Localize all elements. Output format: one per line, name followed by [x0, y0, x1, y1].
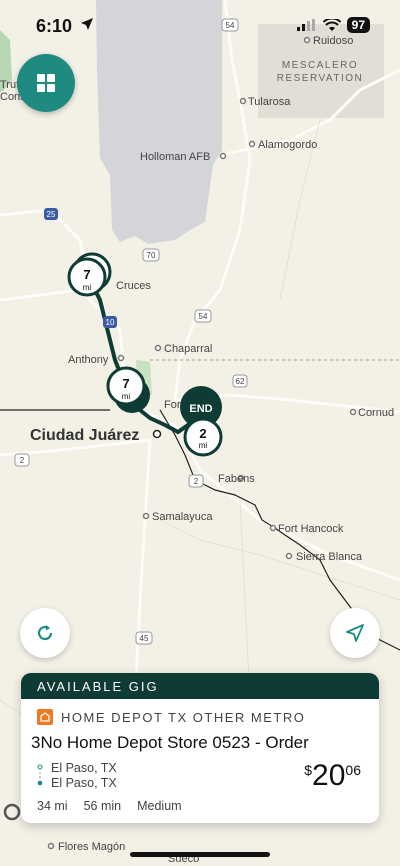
label-mescalero-2: RESERVATION: [277, 73, 364, 84]
route-marker-3[interactable]: 2 mi: [183, 417, 223, 457]
route-origin: El Paso, TX: [51, 761, 117, 775]
label-holloman: Holloman AFB: [140, 151, 210, 163]
price-currency: $: [304, 762, 313, 778]
svg-text:END: END: [189, 403, 212, 415]
gig-card-body: HOME DEPOT TX OTHER METRO 3No Home Depot…: [21, 699, 379, 823]
label-cornudas: Cornud: [358, 407, 394, 419]
label-anthony: Anthony: [68, 354, 109, 366]
svg-text:mi: mi: [199, 441, 208, 450]
grid-icon: [37, 74, 55, 92]
status-time: 6:10: [36, 16, 73, 36]
price-cents: 06: [345, 762, 361, 778]
label-sierra-blanca: Sierra Blanca: [296, 551, 363, 563]
label-fort: For: [164, 399, 181, 411]
svg-text:10: 10: [106, 318, 115, 327]
label-ciudad-juarez: Ciudad Juárez: [30, 427, 139, 444]
signal-icon: [296, 19, 315, 31]
highway-shield-62: 62: [232, 374, 248, 388]
home-indicator[interactable]: [130, 852, 270, 857]
store-row: HOME DEPOT TX OTHER METRO: [37, 709, 305, 725]
svg-text:7: 7: [83, 267, 90, 282]
label-samalayuca: Samalayuca: [152, 511, 213, 523]
svg-text:2: 2: [194, 477, 199, 486]
home-depot-logo-icon: [37, 709, 53, 725]
gig-size: Medium: [137, 799, 182, 813]
gig-duration: 56 min: [83, 799, 122, 813]
label-fabens: Fabens: [218, 473, 255, 485]
label-chaparral: Chaparral: [164, 343, 212, 355]
store-name: HOME DEPOT TX OTHER METRO: [61, 709, 306, 725]
status-right: 97: [296, 17, 370, 33]
refresh-button[interactable]: [20, 608, 70, 658]
highway-shield-45: 45: [135, 631, 153, 645]
location-arrow-icon: [80, 17, 94, 36]
gig-price: $2006: [304, 759, 361, 793]
svg-text:2: 2: [199, 426, 206, 441]
svg-text:2: 2: [20, 456, 25, 465]
available-gig-card[interactable]: AVAILABLE GIG HOME DEPOT TX OTHER METRO …: [21, 673, 379, 823]
label-fort-hancock: Fort Hancock: [278, 523, 344, 535]
refresh-icon: [37, 625, 53, 641]
gig-meta: 34 mi 56 min Medium: [37, 799, 182, 813]
svg-text:62: 62: [236, 377, 245, 386]
svg-text:7: 7: [122, 376, 129, 391]
highway-shield-70: 70: [142, 248, 160, 262]
label-flores-magon: Flores Magón: [58, 841, 125, 853]
svg-text:25: 25: [47, 210, 56, 219]
route-destination: El Paso, TX: [51, 776, 117, 790]
recenter-location-button[interactable]: [330, 608, 380, 658]
svg-text:54: 54: [199, 312, 208, 321]
highway-shield-10: 10: [103, 316, 117, 328]
highway-shield-2-mid: 2: [188, 474, 204, 488]
svg-text:45: 45: [140, 634, 149, 643]
label-cruces: Cruces: [116, 280, 151, 292]
status-bar: 6:10 97: [0, 0, 400, 50]
wifi-icon: [322, 18, 341, 31]
highway-shield-25: 25: [44, 208, 58, 220]
gig-distance: 34 mi: [37, 799, 68, 813]
battery-indicator: 97: [346, 17, 370, 33]
highway-shield-54-mid: 54: [194, 309, 212, 323]
menu-grid-button[interactable]: [17, 54, 75, 112]
label-tularosa: Tularosa: [248, 96, 291, 108]
route-dots-icon: [37, 764, 43, 786]
navigation-arrow-icon: [346, 624, 364, 642]
price-whole: 20: [312, 759, 346, 792]
route-summary: El Paso, TX El Paso, TX: [37, 761, 117, 791]
gig-card-header: AVAILABLE GIG: [21, 673, 379, 699]
svg-text:70: 70: [147, 251, 156, 260]
gig-title: 3No Home Depot Store 0523 - Order: [31, 733, 309, 752]
highway-shield-2-left: 2: [14, 453, 30, 467]
svg-text:mi: mi: [83, 283, 92, 292]
svg-text:mi: mi: [122, 392, 131, 401]
label-alamogordo: Alamogordo: [258, 139, 317, 151]
label-mescalero-1: MESCALERO: [282, 60, 358, 71]
